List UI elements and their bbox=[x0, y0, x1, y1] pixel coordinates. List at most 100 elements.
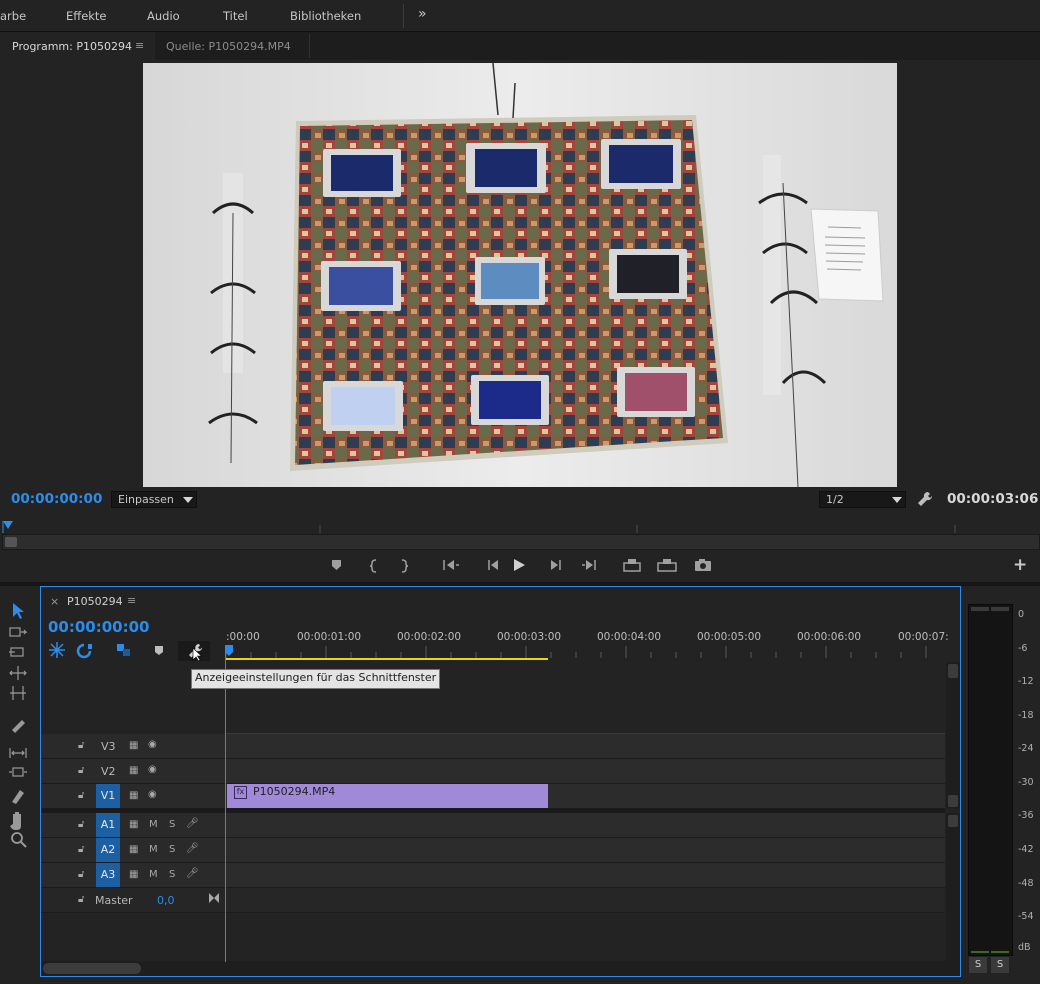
meter-peak-right bbox=[991, 607, 1009, 611]
track-lane-a1[interactable] bbox=[225, 813, 945, 838]
track-header-a3[interactable]: 🔓︎ A3 ▦ M S 🎤︎ bbox=[41, 863, 225, 888]
track-header-master[interactable]: 🔓︎ Master 0,0 bbox=[41, 888, 225, 913]
track-lane-v2[interactable] bbox=[225, 759, 945, 784]
panel-menu-icon[interactable]: ≡ bbox=[135, 39, 144, 52]
mute-button[interactable]: M bbox=[149, 819, 158, 830]
zoom-dropdown[interactable]: Einpassen bbox=[111, 491, 197, 508]
marker-icon bbox=[332, 560, 341, 570]
lock-icon[interactable]: 🔓︎ bbox=[78, 765, 84, 776]
track-header-a2[interactable]: 🔓︎ A2 ▦ M S 🎤︎ bbox=[41, 838, 225, 863]
mute-button[interactable]: M bbox=[149, 869, 158, 880]
wrench-icon[interactable] bbox=[917, 491, 933, 507]
sync-lock-icon[interactable]: ▦ bbox=[129, 869, 138, 880]
audio-track-scrollbar[interactable] bbox=[946, 813, 960, 961]
track-label-v2[interactable]: V2 bbox=[101, 765, 116, 778]
eye-icon[interactable]: ◉ bbox=[148, 739, 157, 750]
scrollbar-handle[interactable] bbox=[948, 664, 958, 678]
close-icon[interactable]: × bbox=[50, 595, 59, 608]
sync-lock-icon[interactable]: ▦ bbox=[129, 819, 138, 830]
fx-badge-icon: fx bbox=[234, 786, 247, 799]
solo-right-button[interactable]: S bbox=[991, 957, 1009, 973]
export-frame-icon bbox=[695, 559, 711, 571]
menu-item-effekte[interactable]: Effekte bbox=[66, 9, 107, 23]
video-clip[interactable]: fx P1050294.MP4 bbox=[227, 784, 548, 808]
solo-button[interactable]: S bbox=[169, 819, 175, 830]
nest-sequence-icon bbox=[49, 642, 65, 658]
track-lane-v3[interactable] bbox=[225, 734, 945, 759]
master-label: Master bbox=[95, 894, 133, 907]
panel-menu-icon[interactable]: ≡ bbox=[127, 594, 136, 607]
tab-source-monitor[interactable]: Quelle: P1050294.MP4 bbox=[166, 40, 291, 53]
sync-lock-icon[interactable]: ▦ bbox=[129, 790, 138, 801]
mute-button[interactable]: M bbox=[149, 844, 158, 855]
microphone-icon[interactable]: 🎤︎ bbox=[186, 818, 199, 829]
tab-program-monitor[interactable]: Programm: P1050294 ≡ bbox=[0, 32, 155, 61]
video-track-scrollbar[interactable] bbox=[946, 662, 960, 809]
track-target-a1[interactable]: A1 bbox=[96, 813, 120, 837]
track-lane-a2[interactable] bbox=[225, 838, 945, 863]
timeline-horizontal-scrollbar[interactable] bbox=[41, 961, 960, 976]
lock-icon[interactable]: 🔓︎ bbox=[78, 740, 84, 751]
lock-icon[interactable]: 🔓︎ bbox=[78, 894, 84, 905]
solo-left-button[interactable]: S bbox=[969, 957, 987, 973]
ruler-label: 00:00:05:00 bbox=[697, 631, 762, 643]
track-lane-a3[interactable] bbox=[225, 863, 945, 888]
tooltip: Anzeigeeinstellungen für das Schnittfens… bbox=[191, 669, 441, 689]
menu-item-titel[interactable]: Titel bbox=[223, 9, 248, 23]
db-label: -30 bbox=[1018, 777, 1034, 788]
meter-background bbox=[968, 604, 1013, 956]
lock-icon[interactable]: 🔓︎ bbox=[78, 790, 84, 801]
program-current-time[interactable]: 00:00:00:00 bbox=[11, 491, 102, 507]
menu-divider bbox=[403, 4, 404, 28]
sync-lock-icon[interactable]: ▦ bbox=[129, 765, 138, 776]
hand-tool-icon bbox=[10, 812, 21, 830]
db-label: -48 bbox=[1018, 878, 1034, 889]
solo-button[interactable]: S bbox=[169, 869, 175, 880]
menu-item-farbe[interactable]: arbe bbox=[0, 9, 26, 23]
timeline-timecode[interactable]: 00:00:00:00 bbox=[48, 618, 150, 636]
track-header-a1[interactable]: 🔓︎ A1 ▦ M S 🎤︎ bbox=[41, 813, 225, 838]
track-target-a2[interactable]: A2 bbox=[96, 838, 120, 862]
sequence-tab-label[interactable]: P1050294 bbox=[67, 595, 123, 608]
selection-tool-icon bbox=[13, 603, 24, 619]
menubar: arbe Effekte Audio Titel Bibliotheken » bbox=[0, 0, 1040, 32]
db-label: -42 bbox=[1018, 844, 1034, 855]
monitor-zoom-scrollbar[interactable] bbox=[2, 534, 1040, 550]
track-header-v2[interactable]: 🔓︎ V2 ▦ ◉ bbox=[41, 759, 225, 784]
playhead-line[interactable] bbox=[225, 645, 226, 962]
microphone-icon[interactable]: 🎤︎ bbox=[186, 843, 199, 854]
resolution-dropdown[interactable]: 1/2 bbox=[819, 491, 906, 508]
track-header-v1[interactable]: 🔓︎ V1 ▦ ◉ bbox=[41, 784, 225, 809]
track-header-v3[interactable]: 🔓︎ V3 ▦ ◉ bbox=[41, 734, 225, 759]
track-target-a3[interactable]: A3 bbox=[96, 863, 120, 887]
db-label: -36 bbox=[1018, 810, 1034, 821]
slide-tool-icon bbox=[9, 767, 27, 777]
snap-icon bbox=[76, 643, 92, 659]
ruler-label: 00:00:01:00 bbox=[297, 631, 362, 643]
microphone-icon[interactable]: 🎤︎ bbox=[186, 868, 199, 879]
clip-name: P1050294.MP4 bbox=[253, 785, 336, 798]
lock-icon[interactable]: 🔓︎ bbox=[78, 844, 84, 855]
track-label-v3[interactable]: V3 bbox=[101, 740, 116, 753]
menu-item-bibliotheken[interactable]: Bibliotheken bbox=[290, 9, 361, 23]
go-to-end-icon[interactable] bbox=[208, 892, 220, 904]
sync-lock-icon[interactable]: ▦ bbox=[129, 844, 138, 855]
monitor-time-ruler[interactable] bbox=[0, 517, 1040, 533]
eye-icon[interactable]: ◉ bbox=[148, 789, 157, 800]
solo-button[interactable]: S bbox=[169, 844, 175, 855]
track-target-v1[interactable]: V1 bbox=[96, 784, 120, 808]
menu-item-audio[interactable]: Audio bbox=[147, 9, 180, 23]
add-button[interactable]: + bbox=[1013, 555, 1027, 575]
menu-overflow-button[interactable]: » bbox=[418, 6, 427, 22]
track-lane-master[interactable] bbox=[225, 888, 945, 913]
eye-icon[interactable]: ◉ bbox=[148, 764, 157, 775]
tab-divider bbox=[309, 34, 310, 58]
scrollbar-handle[interactable] bbox=[5, 537, 17, 547]
sync-lock-icon[interactable]: ▦ bbox=[129, 740, 138, 751]
scrollbar-handle[interactable] bbox=[948, 795, 958, 807]
scrollbar-handle[interactable] bbox=[948, 815, 958, 827]
lock-icon[interactable]: 🔓︎ bbox=[78, 869, 84, 880]
master-volume-value[interactable]: 0,0 bbox=[157, 894, 175, 907]
lock-icon[interactable]: 🔓︎ bbox=[78, 819, 84, 830]
scrollbar-handle[interactable] bbox=[43, 963, 141, 974]
